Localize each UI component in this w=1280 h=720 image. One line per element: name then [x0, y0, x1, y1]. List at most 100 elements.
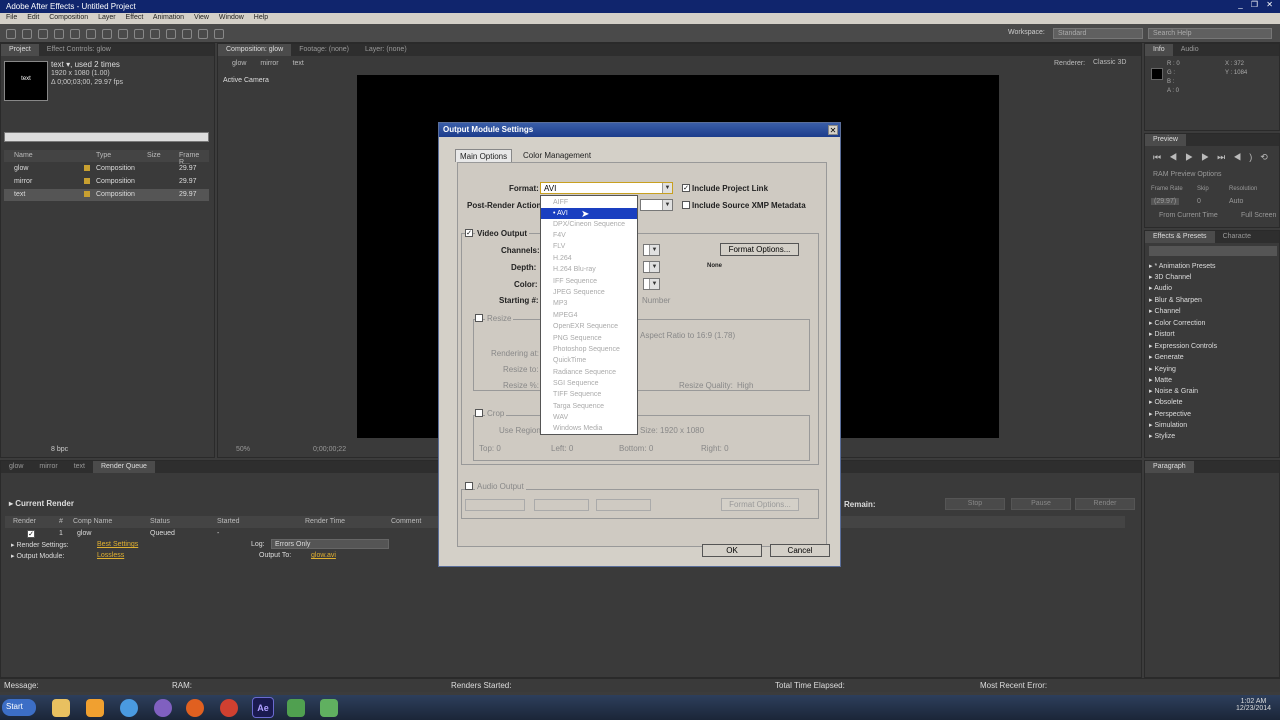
color-select[interactable]: ▼	[643, 278, 660, 290]
from-current-time-checkbox[interactable]: From Current Time	[1159, 212, 1218, 219]
full-screen-checkbox[interactable]: Full Screen	[1241, 212, 1276, 219]
app-icon[interactable]	[287, 699, 305, 717]
tab-project[interactable]: Project	[1, 44, 39, 56]
format-select[interactable]: AVI ▼	[540, 182, 673, 194]
col-started[interactable]: Started	[217, 518, 240, 525]
audio-channels-select[interactable]	[596, 499, 651, 511]
tab-render-queue[interactable]: Render Queue	[92, 461, 155, 473]
project-list-item[interactable]: glow Composition 29.97	[4, 163, 209, 175]
start-button[interactable]: Start	[2, 699, 36, 716]
tab-main-options[interactable]: Main Options	[455, 149, 513, 162]
tab-character[interactable]: Characte	[1215, 231, 1259, 243]
format-option[interactable]: FLV	[541, 241, 637, 252]
project-search-input[interactable]	[4, 132, 209, 142]
folder-icon[interactable]	[52, 699, 70, 717]
hand-tool-icon[interactable]	[22, 29, 32, 39]
ok-button[interactable]: OK	[702, 544, 762, 557]
format-option[interactable]: JPEG Sequence	[541, 287, 637, 298]
col-comment[interactable]: Comment	[391, 518, 421, 525]
skip-value[interactable]: 0	[1197, 198, 1201, 205]
tab-audio[interactable]: Audio	[1173, 44, 1207, 56]
format-option[interactable]: DPX/Cineon Sequence	[541, 219, 637, 230]
tab-effect-controls[interactable]: Effect Controls: glow	[39, 44, 119, 56]
tab-timeline-mirror[interactable]: mirror	[31, 461, 65, 473]
render-settings-link[interactable]: Best Settings	[97, 541, 138, 548]
format-option[interactable]: IFF Sequence	[541, 276, 637, 287]
rotate-tool-icon[interactable]	[54, 29, 64, 39]
chrome-icon[interactable]	[220, 699, 238, 717]
tab-preview[interactable]: Preview	[1145, 134, 1186, 146]
effects-category[interactable]: ▸ Obsolete	[1149, 398, 1183, 409]
tab-timeline-glow[interactable]: glow	[1, 461, 31, 473]
format-option[interactable]: SGI Sequence	[541, 378, 637, 389]
col-number[interactable]: #	[59, 518, 63, 525]
pen-tool-icon[interactable]	[118, 29, 128, 39]
brush-tool-icon[interactable]	[150, 29, 160, 39]
tab-info[interactable]: Info	[1145, 44, 1173, 56]
format-option[interactable]: OpenEXR Sequence	[541, 321, 637, 332]
effects-category[interactable]: ▸ Matte	[1149, 376, 1172, 387]
camera-tool-icon[interactable]	[70, 29, 80, 39]
breadcrumb-item[interactable]: mirror	[260, 60, 278, 67]
pan-behind-tool-icon[interactable]	[86, 29, 96, 39]
playback-controls[interactable]: ⏮◀▶▶⏭◀)⟲	[1153, 152, 1276, 163]
effects-category[interactable]: ▸ * Animation Presets	[1149, 262, 1216, 273]
crop-checkbox[interactable]	[475, 409, 483, 417]
audio-output-checkbox[interactable]	[465, 482, 473, 490]
stop-button[interactable]: Stop	[945, 498, 1005, 510]
col-render[interactable]: Render	[13, 518, 36, 525]
col-render-time[interactable]: Render Time	[305, 518, 345, 525]
include-xmp-checkbox[interactable]	[682, 201, 690, 209]
eraser-tool-icon[interactable]	[182, 29, 192, 39]
channels-select[interactable]: ▼	[643, 244, 660, 256]
format-option[interactable]: WAV	[541, 412, 637, 423]
format-option[interactable]: Targa Sequence	[541, 401, 637, 412]
media-icon[interactable]	[86, 699, 104, 717]
crop-right[interactable]: Right: 0	[701, 444, 729, 453]
format-option[interactable]: MPEG4	[541, 310, 637, 321]
app-icon[interactable]	[320, 699, 338, 717]
video-output-checkbox[interactable]: ✓	[465, 229, 473, 237]
frame-rate-select[interactable]: (29.97)	[1151, 198, 1180, 205]
tab-footage[interactable]: Footage: (none)	[291, 44, 357, 56]
col-status[interactable]: Status	[150, 518, 170, 525]
tab-paragraph[interactable]: Paragraph	[1145, 461, 1194, 473]
breadcrumb-item[interactable]: glow	[232, 60, 246, 67]
col-type[interactable]: Type	[96, 152, 111, 159]
ram-preview-options[interactable]: RAM Preview Options	[1153, 171, 1221, 178]
format-option[interactable]: Windows Media	[541, 423, 637, 434]
resize-checkbox[interactable]	[475, 314, 483, 322]
col-name[interactable]: Name	[14, 152, 33, 159]
workspace-select[interactable]: Standard	[1053, 28, 1143, 39]
timecode-display[interactable]: 0;00;00;22	[313, 446, 346, 453]
crop-bottom[interactable]: Bottom: 0	[619, 444, 653, 453]
format-option[interactable]: H.264 Blu-ray	[541, 264, 637, 275]
effects-category[interactable]: ▸ Color Correction	[1149, 319, 1205, 330]
col-size[interactable]: Size	[147, 152, 161, 159]
zoom-select[interactable]: 50%	[236, 446, 250, 453]
project-list-item[interactable]: text Composition 29.97	[4, 189, 209, 201]
render-checkbox[interactable]: ✓	[27, 530, 35, 538]
format-option[interactable]: F4V	[541, 230, 637, 241]
effects-category[interactable]: ▸ Generate	[1149, 353, 1184, 364]
format-options-button[interactable]: Format Options...	[720, 243, 799, 256]
renderer-select[interactable]: Classic 3D	[1093, 59, 1126, 66]
tab-effects-presets[interactable]: Effects & Presets	[1145, 231, 1215, 243]
search-help-input[interactable]: Search Help	[1148, 28, 1272, 39]
effects-category[interactable]: ▸ Perspective	[1149, 410, 1191, 421]
format-option[interactable]: TIFF Sequence	[541, 389, 637, 400]
effects-category[interactable]: ▸ Channel	[1149, 307, 1181, 318]
internet-explorer-icon[interactable]	[120, 699, 138, 717]
effects-category[interactable]: ▸ Stylize	[1149, 432, 1175, 443]
pause-button[interactable]: Pause	[1011, 498, 1071, 510]
project-list-item[interactable]: mirror Composition 29.97	[4, 176, 209, 188]
mask-tool-icon[interactable]	[102, 29, 112, 39]
output-module-link[interactable]: Lossless	[97, 552, 124, 559]
cancel-button[interactable]: Cancel	[770, 544, 830, 557]
effects-category[interactable]: ▸ Keying	[1149, 365, 1176, 376]
effects-search-input[interactable]	[1149, 246, 1277, 256]
effects-category[interactable]: ▸ Noise & Grain	[1149, 387, 1198, 398]
tab-color-management[interactable]: Color Management	[519, 149, 595, 162]
menu-bar[interactable]: File Edit Composition Layer Effect Anima…	[0, 13, 1280, 24]
tab-timeline-text[interactable]: text	[66, 461, 93, 473]
